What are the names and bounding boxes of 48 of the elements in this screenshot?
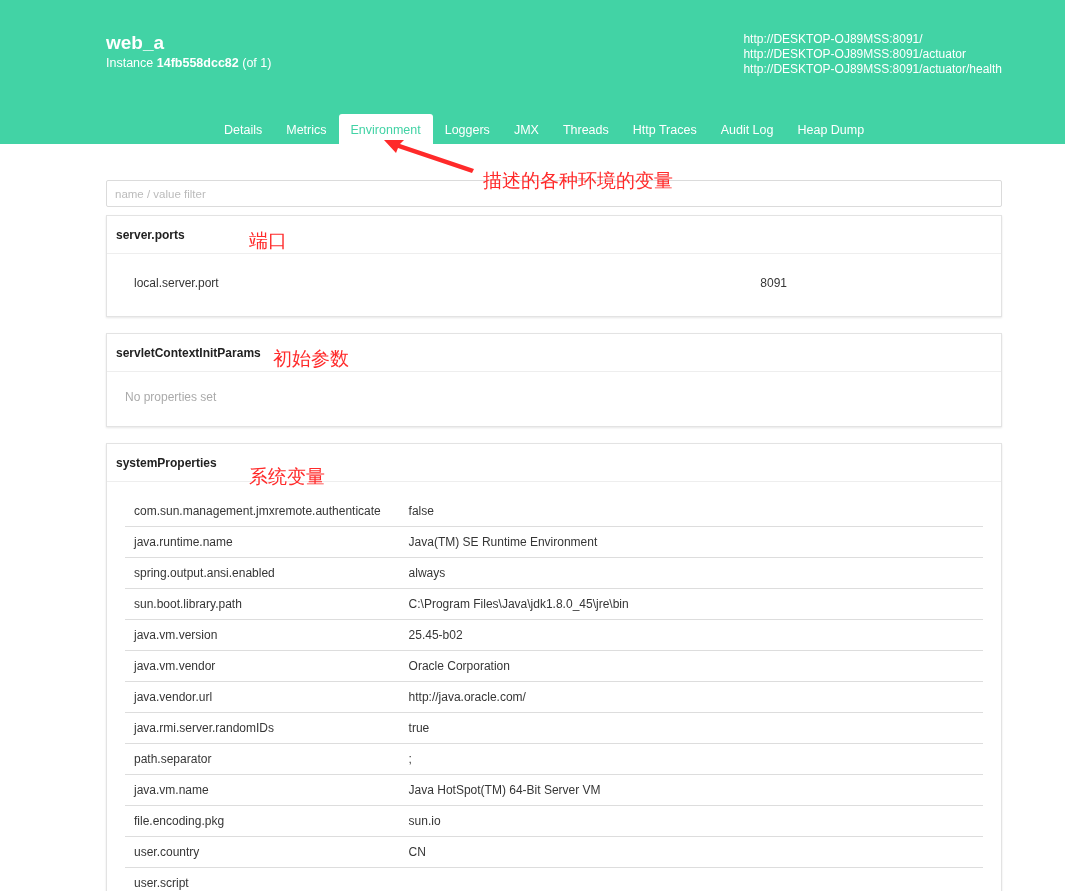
annotation-text: 端口 (249, 229, 287, 253)
tab[interactable]: Http Traces (620, 114, 709, 144)
property-name: java.vm.version (125, 619, 400, 651)
property-value: Java(TM) SE Runtime Environment (408, 534, 598, 549)
property-name: com.sun.management.jmxremote.authenticate (125, 496, 400, 527)
property-name: local.server.port (133, 274, 220, 292)
section-title: servletContextInitParams (116, 345, 261, 360)
tab[interactable]: Heap Dump (785, 114, 877, 144)
annotation-text: 系统变量 (249, 465, 325, 489)
property-name: java.vendor.url (125, 681, 400, 713)
section-title: server.ports (116, 227, 185, 242)
tab[interactable]: Environment (338, 114, 433, 144)
property-value: C:\Program Files\Java\jdk1.8.0_45\jre\bin (408, 596, 629, 611)
url-link[interactable]: http://DESKTOP-OJ89MSS:8091/actuator (743, 47, 1002, 62)
section-title: systemProperties (116, 455, 217, 470)
property-value: CN (408, 844, 426, 859)
property-name: file.encoding.pkg (125, 805, 400, 837)
empty-text: No properties set (125, 389, 217, 406)
url-link[interactable]: http://DESKTOP-OJ89MSS:8091/actuator/health (743, 62, 1002, 77)
property-value: 8091 (760, 275, 788, 290)
tab[interactable]: Details (212, 114, 275, 144)
property-name: java.runtime.name (125, 526, 400, 558)
property-value: true (408, 720, 430, 735)
property-value: ; (408, 751, 412, 766)
property-value: always (408, 565, 446, 580)
property-name: java.vm.vendor (125, 650, 400, 682)
property-name: spring.output.ansi.enabled (125, 557, 400, 589)
property-value: Java HotSpot(TM) 64-Bit Server VM (408, 782, 601, 797)
tab[interactable]: JMX (501, 114, 551, 144)
property-value: http://java.oracle.com/ (408, 689, 526, 704)
tab[interactable]: Audit Log (708, 114, 786, 144)
property-name: java.vm.name (125, 774, 400, 806)
property-value: false (408, 503, 434, 518)
property-value: Oracle Corporation (408, 658, 510, 673)
tab[interactable]: Metrics (274, 114, 339, 144)
property-name: user.country (125, 836, 400, 868)
property-value: 25.45-b02 (408, 627, 463, 642)
property-name: path.separator (125, 743, 400, 775)
tab[interactable]: Threads (550, 114, 621, 144)
url-link[interactable]: http://DESKTOP-OJ89MSS:8091/ (743, 32, 1002, 47)
app-name: web_a (106, 32, 166, 54)
property-value: sun.io (408, 813, 441, 828)
property-name: java.rmi.server.randomIDs (125, 712, 400, 744)
tab[interactable]: Loggers (432, 114, 502, 144)
annotation-text: 初始参数 (273, 347, 349, 371)
property-name: sun.boot.library.path (125, 588, 400, 620)
instance-label: Instance 14fb558dcc82 (of 1) (106, 56, 272, 70)
property-name: user.script (125, 867, 400, 891)
